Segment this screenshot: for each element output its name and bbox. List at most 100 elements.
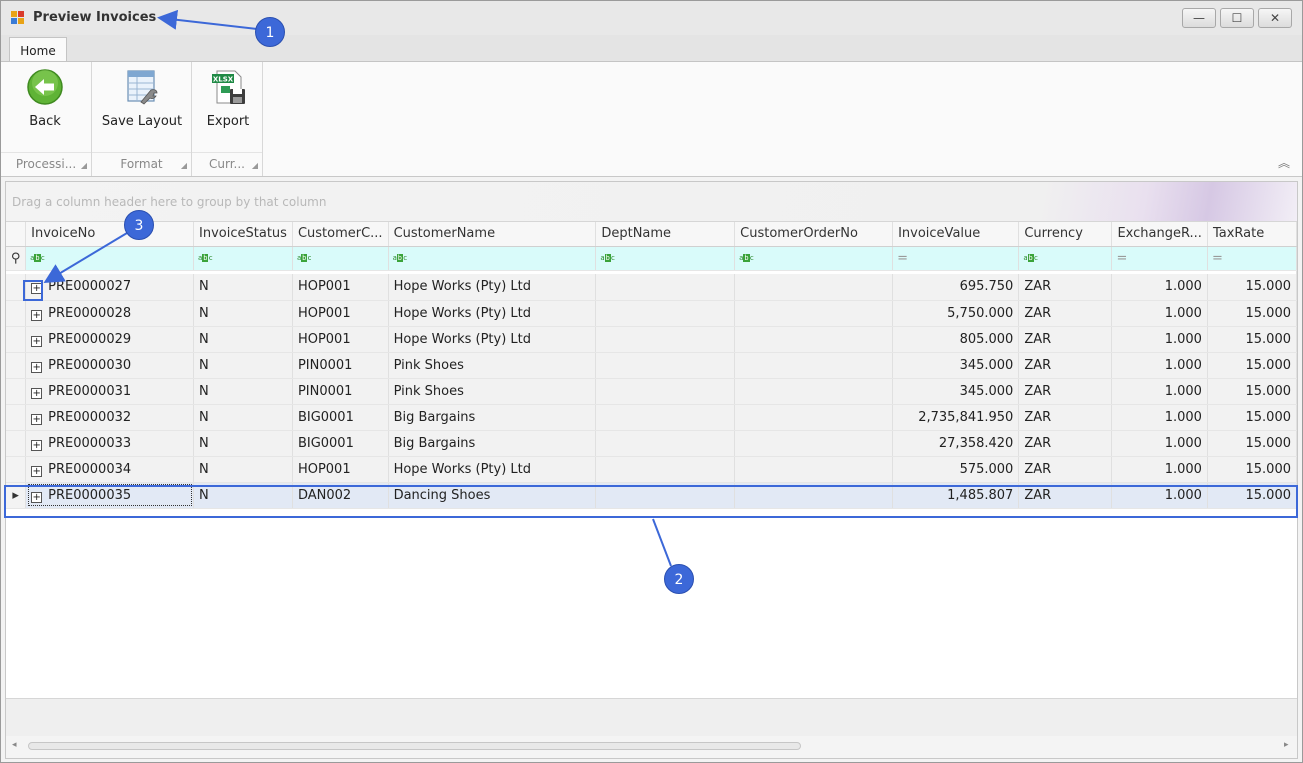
filter-cell-1[interactable]: abc bbox=[193, 246, 293, 271]
cell-taxrate[interactable]: 15.000 bbox=[1207, 274, 1298, 301]
close-button[interactable]: ✕ bbox=[1258, 8, 1292, 28]
cell-deptname[interactable] bbox=[595, 300, 736, 327]
cell-customername[interactable]: Hope Works (Pty) Ltd bbox=[388, 274, 597, 301]
column-header-customername[interactable]: CustomerName bbox=[388, 222, 597, 247]
back-button[interactable]: Back bbox=[11, 68, 79, 129]
filter-cell-2[interactable]: abc bbox=[292, 246, 389, 271]
save-layout-button[interactable]: Save Layout bbox=[96, 68, 188, 129]
cell-customerc[interactable]: PIN0001 bbox=[292, 378, 389, 405]
cell-customerorderno[interactable] bbox=[734, 404, 894, 431]
filter-cell-8[interactable]: = bbox=[1111, 246, 1208, 271]
table-row[interactable]: + PRE0000033 N BIG0001 Big Bargains 27,358.42… bbox=[6, 430, 1298, 457]
cell-customerc[interactable]: HOP001 bbox=[292, 326, 389, 353]
cell-customerc[interactable]: PIN0001 bbox=[292, 352, 389, 379]
cell-deptname[interactable] bbox=[595, 274, 736, 301]
cell-customerc[interactable]: HOP001 bbox=[292, 274, 389, 301]
cell-invoiceno[interactable]: + PRE0000030 bbox=[25, 352, 195, 379]
filter-cell-3[interactable]: abc bbox=[388, 246, 597, 271]
expand-row-icon[interactable]: + bbox=[31, 465, 43, 477]
column-header-exchangerate[interactable]: ExchangeR... bbox=[1111, 222, 1208, 247]
cell-deptname[interactable] bbox=[595, 352, 736, 379]
cell-deptname[interactable] bbox=[595, 378, 736, 405]
export-button[interactable]: XLSX Export bbox=[196, 68, 260, 129]
cell-invoiceno[interactable]: + PRE0000028 bbox=[25, 300, 195, 327]
group-by-panel[interactable]: Drag a column header here to group by th… bbox=[6, 182, 1297, 222]
cell-taxrate[interactable]: 15.000 bbox=[1207, 404, 1298, 431]
maximize-button[interactable]: ☐ bbox=[1220, 8, 1254, 28]
dialog-launcher-icon[interactable]: ◢ bbox=[81, 161, 87, 170]
cell-exchanger[interactable]: 1.000 bbox=[1111, 300, 1208, 327]
column-header-customercode[interactable]: CustomerC... bbox=[292, 222, 389, 247]
cell-invoicevalue[interactable]: 695.750 bbox=[892, 274, 1020, 301]
minimize-button[interactable]: — bbox=[1182, 8, 1216, 28]
filter-cell-0[interactable]: abc bbox=[25, 246, 195, 271]
filter-cell-4[interactable]: abc bbox=[595, 246, 736, 271]
cell-invoicestatus[interactable]: N bbox=[193, 300, 293, 327]
cell-taxrate[interactable]: 15.000 bbox=[1207, 456, 1298, 483]
cell-currency[interactable]: ZAR bbox=[1018, 274, 1113, 301]
expand-row-icon[interactable]: + bbox=[31, 387, 43, 399]
cell-invoiceno[interactable]: + PRE0000027 bbox=[25, 274, 195, 301]
filter-cell-5[interactable]: abc bbox=[734, 246, 894, 271]
cell-customerorderno[interactable] bbox=[734, 300, 894, 327]
cell-invoicestatus[interactable]: N bbox=[193, 430, 293, 457]
cell-customerc[interactable]: BIG0001 bbox=[292, 404, 389, 431]
column-header-taxrate[interactable]: TaxRate bbox=[1207, 222, 1298, 247]
cell-exchanger[interactable]: 1.000 bbox=[1111, 352, 1208, 379]
scroll-left-icon[interactable]: ◂ bbox=[12, 740, 17, 750]
cell-invoicestatus[interactable]: N bbox=[193, 326, 293, 353]
cell-customerorderno[interactable] bbox=[734, 456, 894, 483]
cell-invoiceno[interactable]: + PRE0000029 bbox=[25, 326, 195, 353]
tab-home[interactable]: Home bbox=[9, 37, 67, 63]
dialog-launcher-icon[interactable]: ◢ bbox=[252, 161, 258, 170]
expand-row-icon[interactable]: + bbox=[31, 413, 43, 425]
expand-row-icon[interactable]: + bbox=[31, 361, 43, 373]
cell-invoiceno[interactable]: + PRE0000033 bbox=[25, 430, 195, 457]
cell-currency[interactable]: ZAR bbox=[1018, 300, 1113, 327]
cell-taxrate[interactable]: 15.000 bbox=[1207, 352, 1298, 379]
cell-customername[interactable]: Hope Works (Pty) Ltd bbox=[388, 456, 597, 483]
cell-invoicestatus[interactable]: N bbox=[193, 378, 293, 405]
cell-currency[interactable]: ZAR bbox=[1018, 352, 1113, 379]
expand-row-icon[interactable]: + bbox=[31, 439, 43, 451]
cell-exchanger[interactable]: 1.000 bbox=[1111, 326, 1208, 353]
table-row[interactable]: + PRE0000028 N HOP001 Hope Works (Pty) Ltd 5,… bbox=[6, 300, 1298, 327]
cell-taxrate[interactable]: 15.000 bbox=[1207, 430, 1298, 457]
cell-customername[interactable]: Hope Works (Pty) Ltd bbox=[388, 326, 597, 353]
cell-customerorderno[interactable] bbox=[734, 352, 894, 379]
cell-exchanger[interactable]: 1.000 bbox=[1111, 274, 1208, 301]
cell-exchanger[interactable]: 1.000 bbox=[1111, 404, 1208, 431]
table-row[interactable]: + PRE0000032 N BIG0001 Big Bargains 2,735,841… bbox=[6, 404, 1298, 431]
table-row[interactable]: + PRE0000030 N PIN0001 Pink Shoes 345.000 ZAR 1… bbox=[6, 352, 1298, 379]
cell-taxrate[interactable]: 15.000 bbox=[1207, 300, 1298, 327]
cell-invoicevalue[interactable]: 2,735,841.950 bbox=[892, 404, 1020, 431]
column-header-invoicestatus[interactable]: InvoiceStatus bbox=[193, 222, 293, 247]
column-header-invoicevalue[interactable]: InvoiceValue bbox=[892, 222, 1020, 247]
filter-cell-7[interactable]: abc bbox=[1018, 246, 1113, 271]
cell-exchanger[interactable]: 1.000 bbox=[1111, 430, 1208, 457]
table-row[interactable]: + PRE0000029 N HOP001 Hope Works (Pty) Ltd 80… bbox=[6, 326, 1298, 353]
cell-deptname[interactable] bbox=[595, 430, 736, 457]
filter-cell-6[interactable]: = bbox=[892, 246, 1020, 271]
scroll-right-icon[interactable]: ▸ bbox=[1284, 740, 1289, 750]
cell-customerorderno[interactable] bbox=[734, 326, 894, 353]
cell-taxrate[interactable]: 15.000 bbox=[1207, 378, 1298, 405]
cell-invoiceno[interactable]: + PRE0000034 bbox=[25, 456, 195, 483]
cell-customerc[interactable]: HOP001 bbox=[292, 456, 389, 483]
cell-customername[interactable]: Big Bargains bbox=[388, 404, 597, 431]
collapse-ribbon-icon[interactable]: ︽ bbox=[1278, 154, 1290, 171]
cell-taxrate[interactable]: 15.000 bbox=[1207, 326, 1298, 353]
cell-invoicevalue[interactable]: 345.000 bbox=[892, 378, 1020, 405]
cell-customerc[interactable]: BIG0001 bbox=[292, 430, 389, 457]
cell-currency[interactable]: ZAR bbox=[1018, 456, 1113, 483]
cell-customername[interactable]: Big Bargains bbox=[388, 430, 597, 457]
table-row[interactable]: + PRE0000027 N HOP001 Hope Works (Pty) Ltd 69… bbox=[6, 274, 1298, 301]
column-header-invoiceno[interactable]: InvoiceNo bbox=[25, 222, 195, 247]
cell-exchanger[interactable]: 1.000 bbox=[1111, 378, 1208, 405]
expand-row-icon[interactable]: + bbox=[31, 335, 43, 347]
table-row[interactable]: + PRE0000034 N HOP001 Hope Works (Pty) Ltd 57… bbox=[6, 456, 1298, 483]
cell-currency[interactable]: ZAR bbox=[1018, 378, 1113, 405]
horizontal-scrollbar[interactable]: ◂ ▸ bbox=[6, 736, 1297, 758]
cell-invoicevalue[interactable]: 27,358.420 bbox=[892, 430, 1020, 457]
column-header-currency[interactable]: Currency bbox=[1018, 222, 1113, 247]
